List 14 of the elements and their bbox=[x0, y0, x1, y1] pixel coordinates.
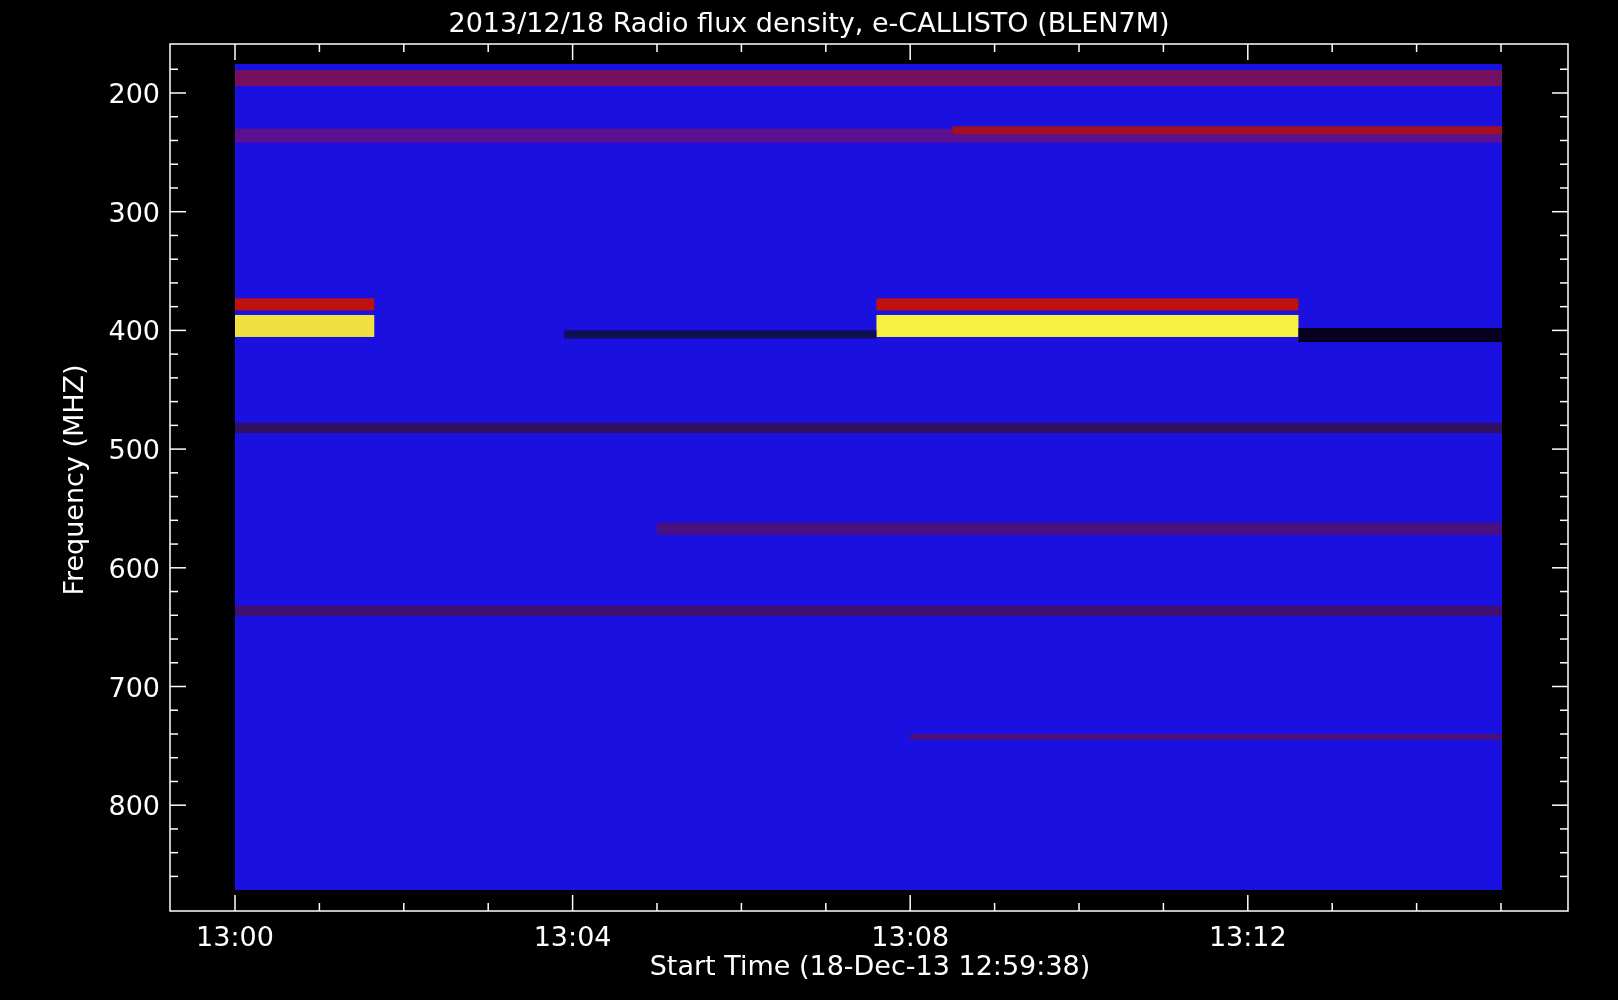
y-tick-label: 600 bbox=[108, 552, 160, 584]
y-tick-label: 800 bbox=[108, 790, 160, 822]
y-tick-label: 300 bbox=[108, 196, 160, 228]
y-tick-label: 200 bbox=[108, 78, 160, 109]
x-tick-label: 13:08 bbox=[871, 921, 950, 952]
x-axis-label: Start Time (18-Dec-13 12:59:38) bbox=[649, 950, 1091, 981]
x-tick-label: 13:12 bbox=[1208, 921, 1287, 952]
y-tick-label: 700 bbox=[108, 671, 160, 703]
y-tick-label: 500 bbox=[108, 434, 160, 466]
y-axis-label: Frequency (MHZ) bbox=[58, 364, 89, 596]
y-tick-label: 400 bbox=[108, 315, 160, 347]
chart-title: 2013/12/18 Radio flux density, e-CALLISTO (BLEN7M) bbox=[448, 7, 1170, 38]
x-tick-label: 13:00 bbox=[196, 921, 274, 952]
x-tick-label: 13:04 bbox=[533, 921, 612, 952]
